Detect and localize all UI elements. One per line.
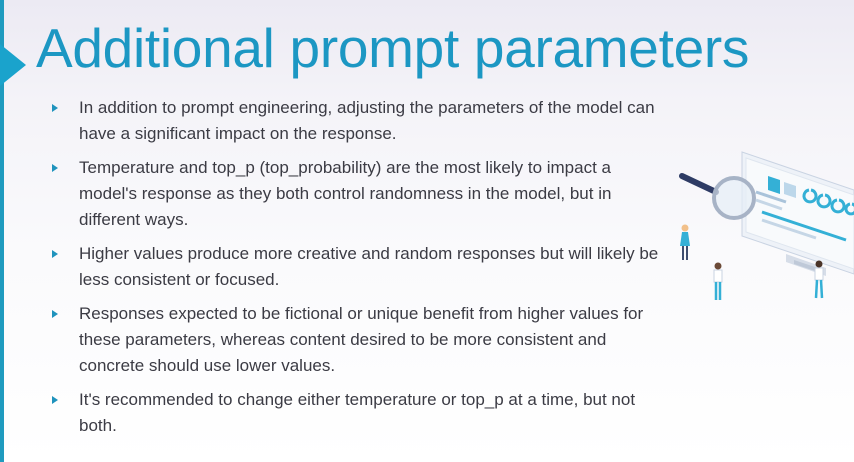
bullet-text: It's recommended to change either temper… xyxy=(79,390,636,435)
triangle-bullet-icon xyxy=(52,310,58,318)
bullet-text: Higher values produce more creative and … xyxy=(79,244,659,289)
title-arrow-icon xyxy=(0,44,26,86)
bullet-item: It's recommended to change either temper… xyxy=(50,387,670,439)
bullet-text: In addition to prompt engineering, adjus… xyxy=(79,98,655,143)
triangle-bullet-icon xyxy=(52,250,58,258)
slide: Additional prompt parameters In addition… xyxy=(0,0,854,462)
bullet-item: Higher values produce more creative and … xyxy=(50,241,670,293)
bullet-list: In addition to prompt engineering, adjus… xyxy=(50,95,670,447)
person-figure-icon xyxy=(680,224,690,260)
person-figure-icon xyxy=(713,262,723,300)
bullet-text: Temperature and top_p (top_probability) … xyxy=(79,158,612,229)
magnifier-dashboard-illustration xyxy=(679,151,854,300)
bullet-item: In addition to prompt engineering, adjus… xyxy=(50,95,670,147)
bullet-item: Temperature and top_p (top_probability) … xyxy=(50,155,670,233)
triangle-bullet-icon xyxy=(52,104,58,112)
page-title: Additional prompt parameters xyxy=(36,17,750,79)
bullet-item: Responses expected to be fictional or un… xyxy=(50,301,670,379)
magnifier-icon xyxy=(679,173,756,220)
triangle-bullet-icon xyxy=(52,164,58,172)
triangle-bullet-icon xyxy=(52,396,58,404)
dashboard-screen-icon xyxy=(741,151,854,276)
bullet-text: Responses expected to be fictional or un… xyxy=(79,304,644,375)
